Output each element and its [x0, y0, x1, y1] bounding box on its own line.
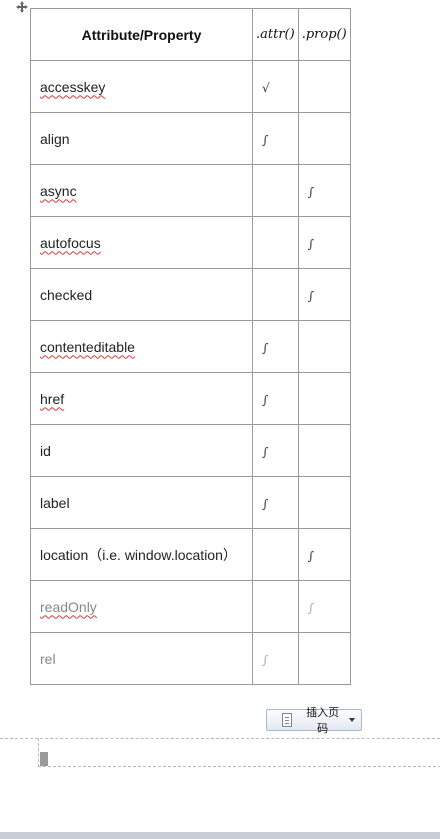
- prop-support-cell[interactable]: ∫: [297, 216, 351, 269]
- attribute-name-cell[interactable]: contenteditable: [30, 320, 253, 373]
- attribute-name-cell[interactable]: accesskey: [30, 60, 253, 113]
- prop-support-cell[interactable]: [297, 112, 351, 165]
- attribute-name-cell[interactable]: async: [30, 164, 253, 217]
- table-row: accesskey √: [30, 60, 351, 113]
- attr-check-mark: ∫: [262, 652, 269, 667]
- attr-check-mark: ∫: [262, 496, 269, 511]
- page-document-icon: [282, 713, 293, 727]
- prop-support-cell[interactable]: ∫: [297, 580, 351, 633]
- attr-check-mark: ∫: [262, 132, 269, 147]
- table-row: id ∫: [30, 424, 351, 477]
- attribute-property-table: Attribute/Property .attr() .prop() acces…: [30, 8, 351, 685]
- attr-support-cell[interactable]: [252, 216, 299, 269]
- attribute-name-cell[interactable]: checked: [30, 268, 253, 321]
- prop-support-cell[interactable]: ∫: [297, 528, 351, 581]
- attr-support-cell[interactable]: ∫: [252, 632, 299, 685]
- attribute-name: rel: [40, 650, 56, 667]
- attribute-name: contenteditable: [40, 338, 135, 355]
- attr-support-cell[interactable]: [252, 528, 299, 581]
- attr-support-cell[interactable]: √: [252, 60, 299, 113]
- table-row: align ∫: [30, 112, 351, 165]
- prop-check-mark: ∫: [307, 548, 314, 563]
- attribute-name: accesskey: [40, 78, 106, 95]
- table-row: rel ∫: [30, 632, 351, 685]
- table-row: label ∫: [30, 476, 351, 529]
- prop-check-mark: ∫: [307, 600, 314, 615]
- attr-support-cell[interactable]: [252, 268, 299, 321]
- attribute-name: align: [40, 130, 70, 147]
- insert-page-number-label: 插入页码: [306, 706, 340, 735]
- prop-check-mark: ∫: [307, 236, 314, 251]
- attr-support-cell[interactable]: ∫: [252, 320, 299, 373]
- attribute-name-cell[interactable]: readOnly: [30, 580, 253, 633]
- attr-check-mark: √: [262, 80, 270, 95]
- prop-support-cell[interactable]: [297, 372, 351, 425]
- prop-check-mark: ∫: [307, 288, 314, 303]
- prop-support-cell[interactable]: ∫: [297, 268, 351, 321]
- attribute-name: autofocus: [40, 234, 101, 251]
- chevron-down-icon: [349, 718, 355, 722]
- prop-support-cell[interactable]: [297, 476, 351, 529]
- attribute-name-cell[interactable]: id: [30, 424, 253, 477]
- table-row: href ∫: [30, 372, 351, 425]
- attr-support-cell[interactable]: ∫: [252, 476, 299, 529]
- attr-support-cell[interactable]: ∫: [252, 424, 299, 477]
- attribute-name: id: [40, 442, 51, 459]
- text-cursor-marker: [40, 752, 48, 766]
- attribute-name: readOnly: [40, 598, 97, 615]
- table-header-row: Attribute/Property .attr() .prop(): [30, 8, 351, 61]
- attr-support-cell[interactable]: ∫: [252, 372, 299, 425]
- table-row: async ∫: [30, 164, 351, 217]
- table-body: accesskey √ align ∫ async ∫ autofocus ∫ checked ∫…: [30, 60, 351, 685]
- attr-check-mark: ∫: [262, 392, 269, 407]
- status-strip: [0, 832, 440, 839]
- header-attr-method: .attr(): [252, 8, 299, 61]
- attribute-name-cell[interactable]: location（i.e. window.location）: [30, 528, 253, 581]
- attribute-name: checked: [40, 286, 93, 303]
- attribute-name: async: [40, 182, 77, 199]
- prop-support-cell[interactable]: [297, 320, 351, 373]
- attr-support-cell[interactable]: [252, 164, 299, 217]
- prop-check-mark: ∫: [307, 184, 314, 199]
- page-header-region[interactable]: [38, 738, 440, 767]
- attr-check-mark: ∫: [262, 340, 269, 355]
- table-row: checked ∫: [30, 268, 351, 321]
- attribute-name: href: [40, 390, 65, 407]
- attr-support-cell[interactable]: ∫: [252, 112, 299, 165]
- attribute-name-cell[interactable]: autofocus: [30, 216, 253, 269]
- attr-support-cell[interactable]: [252, 580, 299, 633]
- attr-check-mark: ∫: [262, 444, 269, 459]
- attribute-name: label: [40, 494, 70, 511]
- prop-support-cell[interactable]: [297, 60, 351, 113]
- attribute-name-cell[interactable]: align: [30, 112, 253, 165]
- table-row: contenteditable ∫: [30, 320, 351, 373]
- header-prop-method: .prop(): [297, 8, 351, 61]
- header-attribute-property: Attribute/Property: [30, 8, 253, 61]
- table-move-handle-icon[interactable]: [14, 0, 30, 13]
- attribute-name: location（i.e. window.location）: [40, 546, 237, 563]
- attribute-name-cell[interactable]: href: [30, 372, 253, 425]
- table-row: readOnly ∫: [30, 580, 351, 633]
- table-row: location（i.e. window.location） ∫: [30, 528, 351, 581]
- attribute-name-cell[interactable]: label: [30, 476, 253, 529]
- table-row: autofocus ∫: [30, 216, 351, 269]
- prop-support-cell[interactable]: [297, 424, 351, 477]
- prop-support-cell[interactable]: ∫: [297, 164, 351, 217]
- insert-page-number-button[interactable]: 插入页码: [266, 706, 362, 735]
- attribute-name-cell[interactable]: rel: [30, 632, 253, 685]
- prop-support-cell[interactable]: [297, 632, 351, 685]
